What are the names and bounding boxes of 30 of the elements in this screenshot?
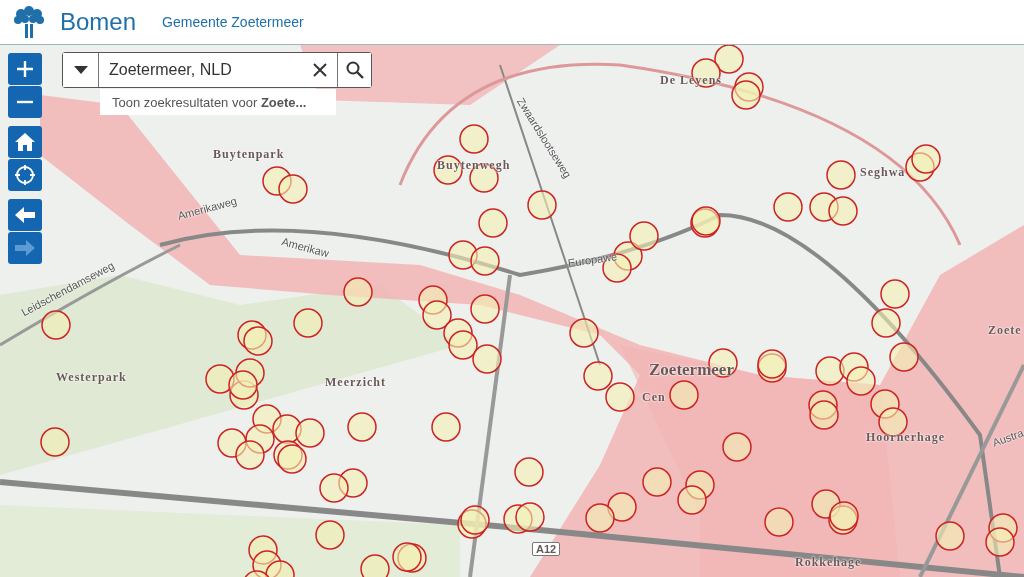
arrow-right-icon: [15, 240, 35, 256]
plus-icon: [16, 60, 34, 78]
place-label: Buytenpark: [213, 147, 285, 162]
place-label: Hoornerhage: [866, 430, 945, 445]
place-label: Cen: [642, 390, 666, 405]
close-icon: [313, 63, 327, 77]
locate-button[interactable]: [8, 159, 42, 191]
app-subtitle: Gemeente Zoetermeer: [162, 14, 304, 30]
home-button[interactable]: [8, 126, 42, 158]
search-button[interactable]: [337, 53, 371, 87]
zoom-in-button[interactable]: [8, 53, 42, 85]
home-icon: [14, 132, 36, 152]
back-button[interactable]: [8, 199, 42, 231]
arrow-left-icon: [15, 207, 35, 223]
app-title: Bomen: [60, 8, 137, 36]
minus-icon: [17, 100, 33, 104]
road-label: Austra: [990, 426, 1024, 449]
zoom-out-button[interactable]: [8, 86, 42, 118]
place-label: Westerpark: [56, 370, 127, 385]
search-field[interactable]: Zoetermeer, NLD: [62, 52, 372, 88]
dropdown-button[interactable]: [63, 53, 99, 87]
search-icon: [345, 61, 364, 79]
caret-icon: [73, 66, 88, 74]
place-label: Meerzicht: [325, 375, 386, 390]
highway-shield: A12: [532, 542, 561, 556]
place-label: Zoete: [988, 323, 1022, 338]
locate-icon: [14, 164, 36, 186]
place-label: Seghwa: [860, 165, 906, 180]
search-suggestion[interactable]: Toon zoekresultaten voor Zoete...: [100, 89, 336, 115]
tree-logo-icon: [12, 6, 46, 38]
